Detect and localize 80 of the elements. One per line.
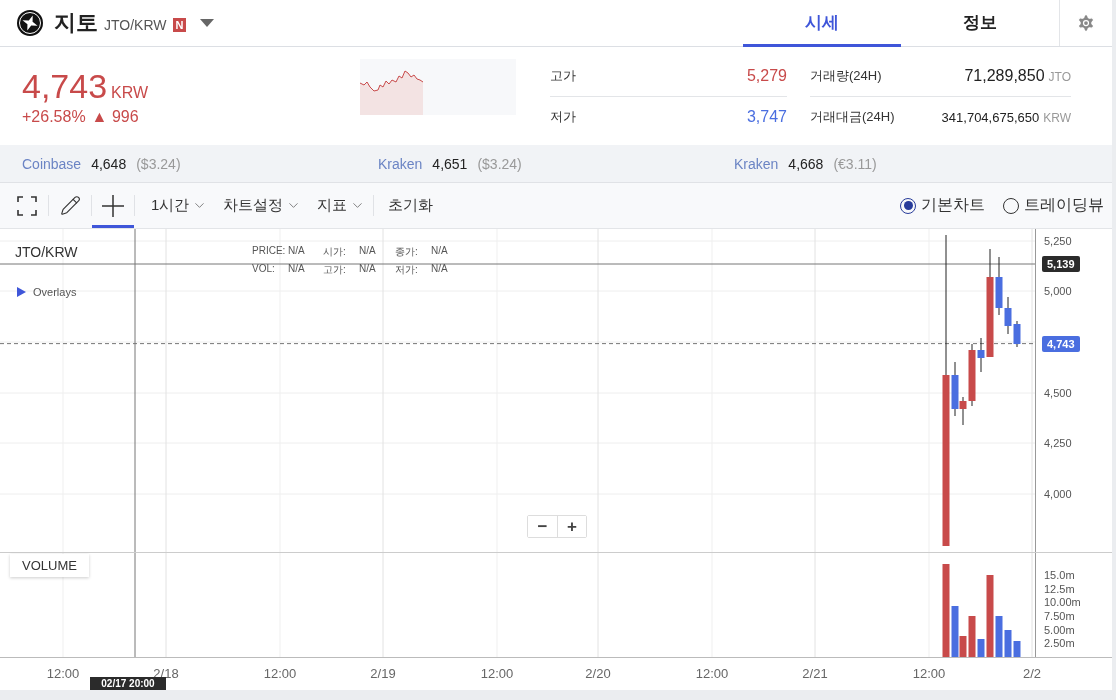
exchange-name: Coinbase	[22, 155, 82, 172]
volume-tick: 7.50m	[1044, 610, 1075, 622]
stat-unit: KRW	[1043, 110, 1071, 125]
change-percent: +26.58%	[22, 107, 86, 126]
stat-label: 거래대금(24H)	[810, 107, 895, 126]
volume-tick: 2.50m	[1044, 637, 1075, 649]
change-amount: ▲ 996	[91, 107, 139, 126]
volume-tick: 5.00m	[1044, 624, 1075, 636]
dropdown[interactable]: 차트설정	[215, 183, 310, 228]
current-price: 4,743	[22, 66, 108, 106]
new-badge: N	[172, 17, 187, 32]
expand-icon[interactable]	[17, 287, 26, 297]
legend-value: N/A	[359, 263, 376, 274]
stat-unit: JTO	[1048, 69, 1071, 84]
price-tick: 5,250	[1044, 235, 1072, 247]
coin-name: 지토	[54, 9, 98, 37]
legend-value: N/A	[288, 263, 305, 274]
dropdown[interactable]: 1시간	[143, 183, 216, 228]
reset-button[interactable]: 초기화	[374, 183, 448, 228]
converted-price: (€3.11)	[833, 155, 877, 172]
time-tick: 12:00	[695, 666, 729, 681]
converted-price: ($3.24)	[136, 155, 181, 172]
stat-value: 341,704,675,650	[941, 109, 1040, 125]
legend-label: 고가:	[323, 263, 346, 277]
caret-icon[interactable]	[200, 18, 215, 28]
legend-value: N/A	[288, 245, 305, 256]
legend-label: PRICE:	[252, 245, 286, 256]
tab[interactable]: 정보	[901, 0, 1059, 47]
stat-value: 5,279	[746, 66, 787, 84]
tab[interactable]: 시세	[743, 0, 901, 47]
chart-type-radio[interactable]: 트레이딩뷰	[1003, 195, 1104, 216]
stat-label: 고가	[550, 66, 576, 85]
crosshair-time-tag: 02/17 20:00	[90, 677, 166, 690]
volume-tick: 10.00m	[1044, 596, 1081, 608]
time-tick: 2/2	[1022, 666, 1042, 681]
legend-value: N/A	[359, 245, 376, 256]
volume-tick: 15.0m	[1044, 569, 1075, 581]
exchange-price: 4,668	[788, 155, 824, 172]
current-price-tag: 4,743	[1042, 335, 1080, 352]
legend-value: N/A	[431, 245, 448, 256]
volume-label: VOLUME	[10, 554, 89, 577]
chart-symbol: JTO/KRW	[15, 244, 78, 260]
price-tick: 4,500	[1044, 387, 1072, 399]
time-tick: 2/19	[370, 666, 396, 681]
fullscreen-icon	[17, 195, 37, 216]
time-tick: 12:00	[912, 666, 946, 681]
stat-label: 거래량(24H)	[810, 66, 882, 85]
crosshair-price-tag: 5,139	[1042, 256, 1080, 272]
crosshair-icon	[102, 194, 124, 217]
exchange-price: 4,651	[432, 155, 468, 172]
currency-unit: KRW	[111, 83, 149, 102]
price-tick: 5,000	[1044, 285, 1072, 297]
time-tick: 12:00	[263, 666, 297, 681]
exchange-name: Kraken	[734, 155, 779, 172]
time-tick: 12:00	[46, 666, 80, 681]
exchange-name: Kraken	[378, 155, 423, 172]
settings-icon[interactable]	[1076, 13, 1096, 33]
price-tick: 4,250	[1044, 437, 1072, 449]
logo-icon	[16, 9, 44, 37]
stat-value: 71,289,850	[964, 66, 1045, 84]
legend-label: 종가:	[395, 245, 418, 259]
stat-label: 저가	[550, 107, 576, 126]
volume-tick: 12.5m	[1044, 583, 1075, 595]
legend-label: 시가:	[323, 245, 346, 259]
dropdown[interactable]: 지표	[309, 183, 374, 228]
time-tick: 2/21	[802, 666, 828, 681]
time-tick: 12:00	[480, 666, 514, 681]
chart-type-radio[interactable]: 기본차트	[900, 195, 985, 216]
legend-value: N/A	[431, 263, 448, 274]
pencil-icon	[59, 195, 81, 216]
stat-value: 3,747	[746, 107, 787, 125]
legend-label: VOL:	[252, 263, 275, 274]
legend-label: 저가:	[395, 263, 418, 277]
converted-price: ($3.24)	[477, 155, 522, 172]
overlays-toggle[interactable]: Overlays	[33, 286, 77, 298]
pair-label: JTO/KRW	[104, 17, 167, 33]
exchange-price: 4,648	[91, 155, 127, 172]
zoom-button[interactable]: +	[557, 516, 586, 537]
time-tick: 2/20	[585, 666, 611, 681]
price-tick: 4,000	[1044, 488, 1072, 500]
